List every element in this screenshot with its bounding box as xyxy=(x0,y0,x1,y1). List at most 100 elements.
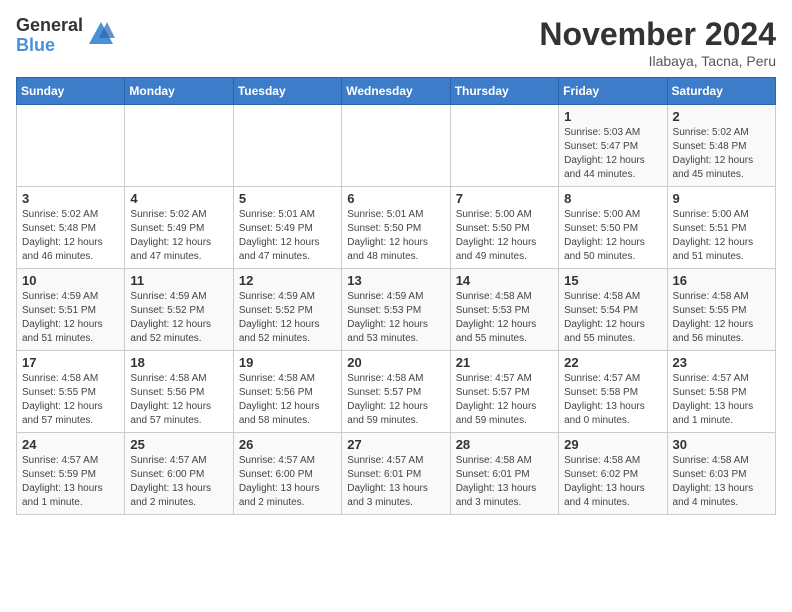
day-header-tuesday: Tuesday xyxy=(233,78,341,105)
calendar-cell xyxy=(125,105,233,187)
week-row-2: 3 Sunrise: 5:02 AM Sunset: 5:48 PM Daylig… xyxy=(17,187,776,269)
day-info: Sunrise: 4:58 AM Sunset: 5:53 PM Dayligh… xyxy=(456,290,553,346)
calendar-cell: 9 Sunrise: 5:00 AM Sunset: 5:51 PM Daylig… xyxy=(667,187,775,269)
logo-general: General xyxy=(16,16,83,36)
day-info: Sunrise: 4:57 AM Sunset: 5:57 PM Dayligh… xyxy=(456,372,553,428)
calendar-cell: 21Sunrise: 4:57 AM Sunset: 5:57 PM Dayli… xyxy=(450,351,558,433)
day-info: Sunrise: 4:58 AM Sunset: 6:01 PM Dayligh… xyxy=(456,454,553,510)
day-number: 17 xyxy=(22,355,119,370)
calendar-cell: 7 Sunrise: 5:00 AM Sunset: 5:50 PM Daylig… xyxy=(450,187,558,269)
calendar-cell xyxy=(17,105,125,187)
day-info: Sunrise: 4:58 AM Sunset: 6:02 PM Dayligh… xyxy=(564,454,661,510)
day-info: Sunrise: 5:01 AM Sunset: 5:50 PM Dayligh… xyxy=(347,208,444,264)
day-info: Sunrise: 5:00 AM Sunset: 5:50 PM Dayligh… xyxy=(456,208,553,264)
week-row-4: 17 Sunrise: 4:58 AM Sunset: 5:55 PM Dayli… xyxy=(17,351,776,433)
day-info: Sunrise: 4:57 AM Sunset: 5:59 PM Dayligh… xyxy=(22,454,119,510)
day-info: Sunrise: 4:59 AM Sunset: 5:52 PM Dayligh… xyxy=(239,290,336,346)
day-info: Sunrise: 5:02 AM Sunset: 5:48 PM Dayligh… xyxy=(673,126,770,182)
day-info: Sunrise: 5:03 AM Sunset: 5:47 PM Dayligh… xyxy=(564,126,661,182)
calendar-cell: 23 Sunrise: 4:57 AM Sunset: 5:58 PM Dayli… xyxy=(667,351,775,433)
day-number: 29 xyxy=(564,437,661,452)
day-number: 16 xyxy=(673,273,770,288)
day-info: Sunrise: 4:58 AM Sunset: 6:03 PM Dayligh… xyxy=(673,454,770,510)
day-info: Sunrise: 4:57 AM Sunset: 5:58 PM Dayligh… xyxy=(673,372,770,428)
day-number: 14 xyxy=(456,273,553,288)
day-info: Sunrise: 5:00 AM Sunset: 5:51 PM Dayligh… xyxy=(673,208,770,264)
day-info: Sunrise: 4:58 AM Sunset: 5:57 PM Dayligh… xyxy=(347,372,444,428)
day-number: 2 xyxy=(673,109,770,124)
day-number: 8 xyxy=(564,191,661,206)
calendar-cell xyxy=(450,105,558,187)
week-row-1: 1Sunrise: 5:03 AM Sunset: 5:47 PM Daylig… xyxy=(17,105,776,187)
calendar-cell xyxy=(233,105,341,187)
day-header-monday: Monday xyxy=(125,78,233,105)
day-info: Sunrise: 4:58 AM Sunset: 5:55 PM Dayligh… xyxy=(22,372,119,428)
day-number: 27 xyxy=(347,437,444,452)
calendar-cell xyxy=(342,105,450,187)
day-number: 24 xyxy=(22,437,119,452)
day-number: 6 xyxy=(347,191,444,206)
day-info: Sunrise: 4:58 AM Sunset: 5:56 PM Dayligh… xyxy=(130,372,227,428)
week-row-3: 10 Sunrise: 4:59 AM Sunset: 5:51 PM Dayli… xyxy=(17,269,776,351)
calendar-cell: 3 Sunrise: 5:02 AM Sunset: 5:48 PM Daylig… xyxy=(17,187,125,269)
calendar-cell: 20 Sunrise: 4:58 AM Sunset: 5:57 PM Dayli… xyxy=(342,351,450,433)
day-info: Sunrise: 4:57 AM Sunset: 6:01 PM Dayligh… xyxy=(347,454,444,510)
day-number: 13 xyxy=(347,273,444,288)
day-info: Sunrise: 4:57 AM Sunset: 5:58 PM Dayligh… xyxy=(564,372,661,428)
calendar-cell: 15 Sunrise: 4:58 AM Sunset: 5:54 PM Dayli… xyxy=(559,269,667,351)
calendar-cell: 24 Sunrise: 4:57 AM Sunset: 5:59 PM Dayli… xyxy=(17,433,125,515)
header: General Blue November 2024 Ilabaya, Tacn… xyxy=(16,16,776,69)
calendar-cell: 13 Sunrise: 4:59 AM Sunset: 5:53 PM Dayli… xyxy=(342,269,450,351)
day-number: 19 xyxy=(239,355,336,370)
day-number: 10 xyxy=(22,273,119,288)
calendar-cell: 5Sunrise: 5:01 AM Sunset: 5:49 PM Daylig… xyxy=(233,187,341,269)
day-info: Sunrise: 5:00 AM Sunset: 5:50 PM Dayligh… xyxy=(564,208,661,264)
day-number: 9 xyxy=(673,191,770,206)
logo-blue: Blue xyxy=(16,36,83,56)
day-number: 15 xyxy=(564,273,661,288)
day-number: 30 xyxy=(673,437,770,452)
calendar-cell: 10 Sunrise: 4:59 AM Sunset: 5:51 PM Dayli… xyxy=(17,269,125,351)
title-area: November 2024 Ilabaya, Tacna, Peru xyxy=(539,16,776,69)
day-info: Sunrise: 4:59 AM Sunset: 5:53 PM Dayligh… xyxy=(347,290,444,346)
calendar-cell: 17 Sunrise: 4:58 AM Sunset: 5:55 PM Dayli… xyxy=(17,351,125,433)
calendar-cell: 27 Sunrise: 4:57 AM Sunset: 6:01 PM Dayli… xyxy=(342,433,450,515)
location: Ilabaya, Tacna, Peru xyxy=(539,53,776,69)
calendar-cell: 26 Sunrise: 4:57 AM Sunset: 6:00 PM Dayli… xyxy=(233,433,341,515)
day-info: Sunrise: 4:58 AM Sunset: 5:56 PM Dayligh… xyxy=(239,372,336,428)
calendar-cell: 29 Sunrise: 4:58 AM Sunset: 6:02 PM Dayli… xyxy=(559,433,667,515)
calendar-cell: 22Sunrise: 4:57 AM Sunset: 5:58 PM Dayli… xyxy=(559,351,667,433)
day-number: 20 xyxy=(347,355,444,370)
day-header-friday: Friday xyxy=(559,78,667,105)
calendar-cell: 6 Sunrise: 5:01 AM Sunset: 5:50 PM Daylig… xyxy=(342,187,450,269)
day-number: 18 xyxy=(130,355,227,370)
header-row: SundayMondayTuesdayWednesdayThursdayFrid… xyxy=(17,78,776,105)
day-number: 4 xyxy=(130,191,227,206)
day-number: 26 xyxy=(239,437,336,452)
calendar-cell: 18 Sunrise: 4:58 AM Sunset: 5:56 PM Dayli… xyxy=(125,351,233,433)
calendar-cell: 2 Sunrise: 5:02 AM Sunset: 5:48 PM Daylig… xyxy=(667,105,775,187)
day-number: 12 xyxy=(239,273,336,288)
calendar-cell: 12 Sunrise: 4:59 AM Sunset: 5:52 PM Dayli… xyxy=(233,269,341,351)
day-info: Sunrise: 5:02 AM Sunset: 5:49 PM Dayligh… xyxy=(130,208,227,264)
day-info: Sunrise: 4:59 AM Sunset: 5:51 PM Dayligh… xyxy=(22,290,119,346)
day-info: Sunrise: 4:57 AM Sunset: 6:00 PM Dayligh… xyxy=(130,454,227,510)
day-info: Sunrise: 4:58 AM Sunset: 5:54 PM Dayligh… xyxy=(564,290,661,346)
day-number: 7 xyxy=(456,191,553,206)
day-info: Sunrise: 5:02 AM Sunset: 5:48 PM Dayligh… xyxy=(22,208,119,264)
day-number: 23 xyxy=(673,355,770,370)
calendar-cell: 8 Sunrise: 5:00 AM Sunset: 5:50 PM Daylig… xyxy=(559,187,667,269)
calendar-cell: 1Sunrise: 5:03 AM Sunset: 5:47 PM Daylig… xyxy=(559,105,667,187)
day-info: Sunrise: 4:59 AM Sunset: 5:52 PM Dayligh… xyxy=(130,290,227,346)
week-row-5: 24 Sunrise: 4:57 AM Sunset: 5:59 PM Dayli… xyxy=(17,433,776,515)
day-number: 28 xyxy=(456,437,553,452)
day-number: 3 xyxy=(22,191,119,206)
calendar-table: SundayMondayTuesdayWednesdayThursdayFrid… xyxy=(16,77,776,515)
calendar-cell: 11Sunrise: 4:59 AM Sunset: 5:52 PM Dayli… xyxy=(125,269,233,351)
calendar-cell: 4 Sunrise: 5:02 AM Sunset: 5:49 PM Daylig… xyxy=(125,187,233,269)
day-header-wednesday: Wednesday xyxy=(342,78,450,105)
month-title: November 2024 xyxy=(539,16,776,53)
calendar-cell: 19 Sunrise: 4:58 AM Sunset: 5:56 PM Dayli… xyxy=(233,351,341,433)
day-header-sunday: Sunday xyxy=(17,78,125,105)
day-info: Sunrise: 4:57 AM Sunset: 6:00 PM Dayligh… xyxy=(239,454,336,510)
